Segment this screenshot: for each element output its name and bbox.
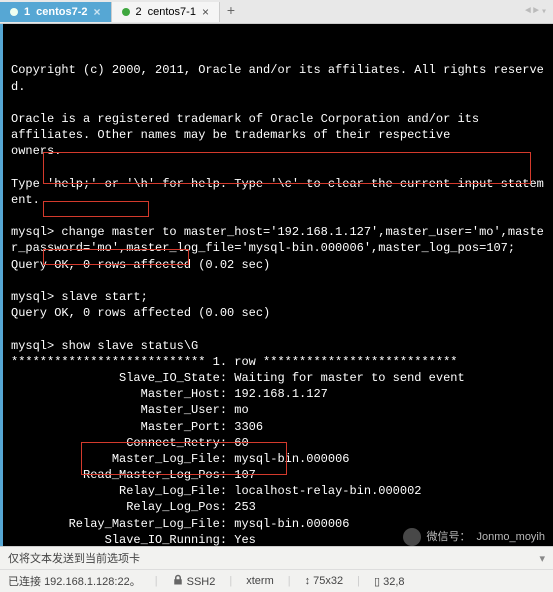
- tab-index: 1: [24, 6, 30, 18]
- term-size: 75x32: [313, 575, 343, 587]
- term-type: xterm: [246, 575, 274, 587]
- lock-icon: [172, 574, 184, 586]
- status-dot-icon: [122, 8, 130, 16]
- terminal-line: Connect_Retry: 60: [11, 435, 545, 451]
- close-icon[interactable]: ×: [202, 5, 209, 19]
- tab-label: centos7-1: [148, 6, 196, 18]
- terminal-line: Master_Port: 3306: [11, 419, 545, 435]
- terminal-line: owners.: [11, 143, 545, 159]
- terminal-line: [11, 208, 545, 224]
- status-bar: 仅将文本发送到当前选项卡 ▾ 已连接 192.168.1.128:22。 | S…: [0, 546, 553, 592]
- terminal-line: mysql> show slave status\G: [11, 338, 545, 354]
- terminal-line: Relay_Log_File: localhost-relay-bin.0000…: [11, 483, 545, 499]
- terminal-line: [11, 273, 545, 289]
- close-icon[interactable]: ×: [93, 5, 100, 19]
- terminal-line: Master_Host: 192.168.1.127: [11, 386, 545, 402]
- terminal-line: Query OK, 0 rows affected (0.00 sec): [11, 305, 545, 321]
- terminal-line: Type 'help;' or '\h' for help. Type '\c'…: [11, 176, 545, 208]
- terminal[interactable]: Copyright (c) 2000, 2011, Oracle and/or …: [0, 24, 553, 546]
- terminal-line: [11, 95, 545, 111]
- resize-icon: ↕: [305, 575, 311, 587]
- wechat-icon: [403, 528, 421, 546]
- terminal-line: Copyright (c) 2000, 2011, Oracle and/or …: [11, 62, 545, 94]
- cursor-pos: 32,8: [383, 576, 404, 588]
- terminal-line: Oracle is a registered trademark of Orac…: [11, 111, 545, 127]
- watermark-value: Jonmo_moyih: [477, 530, 545, 545]
- add-tab-button[interactable]: +: [220, 4, 242, 20]
- watermark-label: 微信号：: [427, 530, 471, 545]
- terminal-line: Read_Master_Log_Pos: 107: [11, 467, 545, 483]
- protocol-label: SSH2: [187, 576, 216, 588]
- tab-index: 2: [136, 6, 142, 18]
- terminal-line: Query OK, 0 rows affected (0.02 sec): [11, 257, 545, 273]
- cursor-icon: ▯: [374, 576, 380, 588]
- tab-bar: 1 centos7-2 × 2 centos7-1 × + ◄ ► ▾: [0, 0, 553, 24]
- terminal-line: mysql> change master to master_host='192…: [11, 224, 545, 256]
- status-row-2: 已连接 192.168.1.128:22。 | SSH2 | xterm | ↕…: [0, 570, 553, 592]
- terminal-line: Relay_Log_Pos: 253: [11, 499, 545, 515]
- send-text-mode-label: 仅将文本发送到当前选项卡: [8, 550, 140, 566]
- tab-label: centos7-2: [36, 6, 87, 18]
- chevron-down-icon[interactable]: ▾: [539, 552, 545, 565]
- terminal-content: Copyright (c) 2000, 2011, Oracle and/or …: [11, 62, 545, 546]
- tab-centos7-2[interactable]: 1 centos7-2 ×: [0, 2, 112, 22]
- terminal-line: affiliates. Other names may be trademark…: [11, 127, 545, 143]
- tab-scroll-arrows: ◄ ► ▾: [519, 6, 553, 18]
- status-row-1: 仅将文本发送到当前选项卡 ▾: [0, 547, 553, 570]
- terminal-line: [11, 321, 545, 337]
- tab-centos7-1[interactable]: 2 centos7-1 ×: [112, 2, 220, 22]
- terminal-line: *************************** 1. row *****…: [11, 354, 545, 370]
- status-dot-icon: [10, 8, 18, 16]
- chevron-right-icon[interactable]: ►: [533, 6, 539, 18]
- terminal-line: mysql> slave start;: [11, 289, 545, 305]
- terminal-line: Slave_IO_State: Waiting for master to se…: [11, 370, 545, 386]
- terminal-line: Master_User: mo: [11, 402, 545, 418]
- chevron-left-icon[interactable]: ◄: [525, 6, 531, 18]
- connected-address: 192.168.1.128:22。: [44, 576, 141, 588]
- connected-label: 已连接: [8, 576, 41, 588]
- chevron-down-icon[interactable]: ▾: [541, 6, 547, 18]
- terminal-line: [11, 160, 545, 176]
- watermark: 微信号： Jonmo_moyih: [403, 528, 545, 546]
- terminal-line: Master_Log_File: mysql-bin.000006: [11, 451, 545, 467]
